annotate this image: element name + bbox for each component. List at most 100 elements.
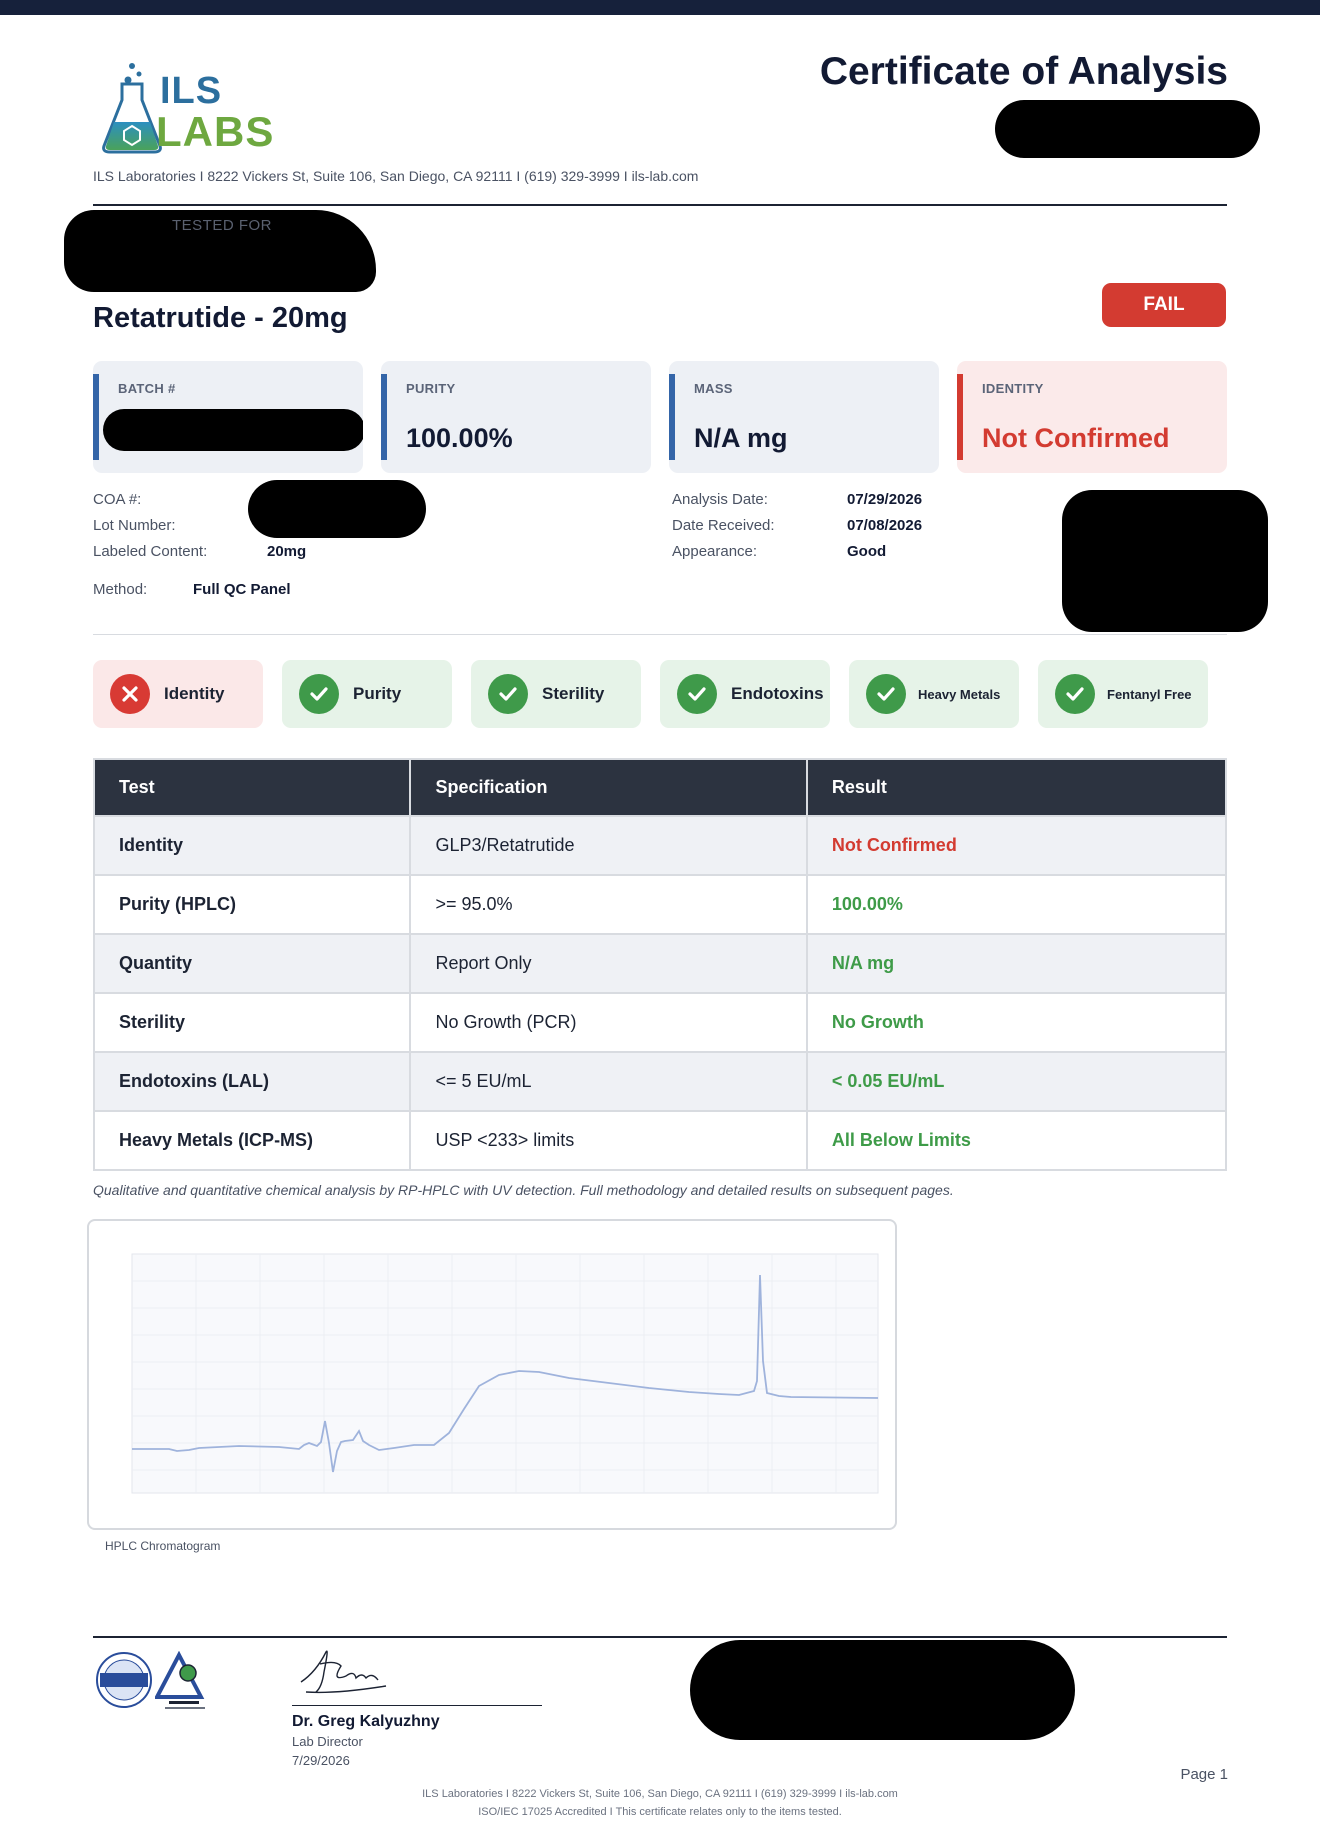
result-cell: No Growth [805,992,1228,1053]
identity-label: IDENTITY [982,381,1044,396]
status-pill-heavy-metals: Heavy Metals [849,660,1019,728]
methodology-note: Qualitative and quantitative chemical an… [93,1182,954,1198]
column-header-specification: Specification [409,758,808,817]
card-accent-bar [669,374,675,460]
purity-card: PURITY 100.00% [381,361,651,473]
batch-label: BATCH # [118,381,176,396]
table-row: Sterility No Growth (PCR) No Growth [92,992,1228,1053]
signature-line [292,1705,542,1706]
results-table: Test Specification Result Identity GLP3/… [92,758,1228,1171]
check-circle-icon [299,674,339,714]
method-value: Full QC Panel [193,581,291,598]
footer-contact-line: ILS Laboratories I 8222 Vickers St, Suit… [422,1788,898,1800]
identity-card: IDENTITY Not Confirmed [957,361,1227,473]
test-cell: Heavy Metals (ICP-MS) [92,1110,412,1171]
identity-value: Not Confirmed [982,423,1170,453]
tested-for-label: TESTED FOR [172,217,273,234]
result-cell: 100.00% [805,874,1228,935]
lot-label: Lot Number: [93,517,176,534]
appearance-value: Good [847,543,887,560]
check-circle-icon [866,674,906,714]
column-header-test: Test [92,758,412,817]
status-pill-label: Endotoxins [731,684,824,703]
signer-title: Lab Director [292,1734,363,1749]
mass-label: MASS [694,381,733,396]
footer-accreditation-line: ISO/IEC 17025 Accredited I This certific… [478,1806,842,1818]
redaction-mark [103,409,363,451]
method-label: Method: [93,581,148,598]
card-accent-bar [93,374,99,460]
mass-value: N/A mg [694,423,788,453]
table-row: Endotoxins (LAL) <= 5 EU/mL < 0.05 EU/mL [92,1051,1228,1112]
labeled-content-label: Labeled Content: [93,543,208,560]
signature-image [300,1650,387,1694]
status-pill-label: Sterility [542,684,605,703]
card-accent-bar [957,374,963,460]
card-accent-bar [381,374,387,460]
top-accent-bar [0,0,1320,15]
status-pill-identity: Identity [93,660,263,728]
header-divider [93,204,1227,206]
purity-value: 100.00% [406,423,513,453]
batch-card: BATCH # [93,361,363,473]
date-received-value: 07/08/2026 [847,517,923,534]
result-cell: N/A mg [805,933,1228,994]
status-pill-label: Identity [164,684,225,703]
logo-text-labs: LABS [156,108,275,155]
pjla-accreditation-logo-icon [155,1651,205,1709]
hplc-chromatogram-figure [87,1219,897,1530]
signer-name: Dr. Greg Kalyuzhny [292,1713,440,1730]
redaction-mark [995,100,1260,158]
spec-cell: Report Only [409,933,808,994]
status-pill-purity: Purity [282,660,452,728]
chromatogram-trace-image [131,1253,879,1494]
status-pill-label: Heavy Metals [918,686,1001,702]
status-pill-endotoxins: Endotoxins [660,660,830,728]
status-pill-label: Fentanyl Free [1107,686,1192,702]
ilac-mra-accreditation-seal-icon [96,1652,152,1708]
appearance-label: Appearance: [672,543,758,560]
test-cell: Quantity [92,933,412,994]
table-row: Purity (HPLC) >= 95.0% 100.00% [92,874,1228,935]
redaction-mark [690,1640,1075,1740]
spec-cell: USP <233> limits [409,1110,808,1171]
spec-cell: >= 95.0% [409,874,808,935]
column-header-result: Result [805,758,1228,817]
table-row: Quantity Report Only N/A mg [92,933,1228,994]
table-header-row: Test Specification Result [92,758,1228,817]
coa-label: COA #: [93,491,142,508]
logo-text-ils: ILS [160,70,223,112]
date-received-label: Date Received: [672,517,775,534]
purity-label: PURITY [406,381,456,396]
footer-divider [93,1636,1227,1638]
document-title: Certificate of Analysis [819,50,1228,93]
table-row: Heavy Metals (ICP-MS) USP <233> limits A… [92,1110,1228,1171]
labeled-content-value: 20mg [267,543,307,560]
product-name: Retatrutide - 20mg [93,302,348,334]
status-pill-fentanyl-free: Fentanyl Free [1038,660,1208,728]
status-pill-label: Purity [353,684,402,703]
test-cell: Endotoxins (LAL) [92,1051,412,1112]
status-pill-sterility: Sterility [471,660,641,728]
lab-address: ILS Laboratories I 8222 Vickers St, Suit… [93,168,699,184]
spec-cell: GLP3/Retatrutide [409,815,808,876]
spec-cell: No Growth (PCR) [409,992,808,1053]
result-cell: < 0.05 EU/mL [805,1051,1228,1112]
result-cell: Not Confirmed [805,815,1228,876]
test-cell: Purity (HPLC) [92,874,412,935]
signature-date: 7/29/2026 [292,1753,350,1768]
table-row: Identity GLP3/Retatrutide Not Confirmed [92,815,1228,876]
mass-card: MASS N/A mg [669,361,939,473]
analysis-date-label: Analysis Date: [672,491,768,508]
section-divider [93,634,1227,635]
overall-status-badge: FAIL [1102,283,1226,327]
check-circle-icon [488,674,528,714]
check-circle-icon [677,674,717,714]
chromatogram-caption: HPLC Chromatogram [105,1539,221,1553]
analysis-date-value: 07/29/2026 [847,491,923,508]
result-cell: All Below Limits [805,1110,1228,1171]
redaction-mark [248,480,426,538]
check-circle-icon [1055,674,1095,714]
spec-cell: <= 5 EU/mL [409,1051,808,1112]
x-circle-icon [110,674,150,714]
